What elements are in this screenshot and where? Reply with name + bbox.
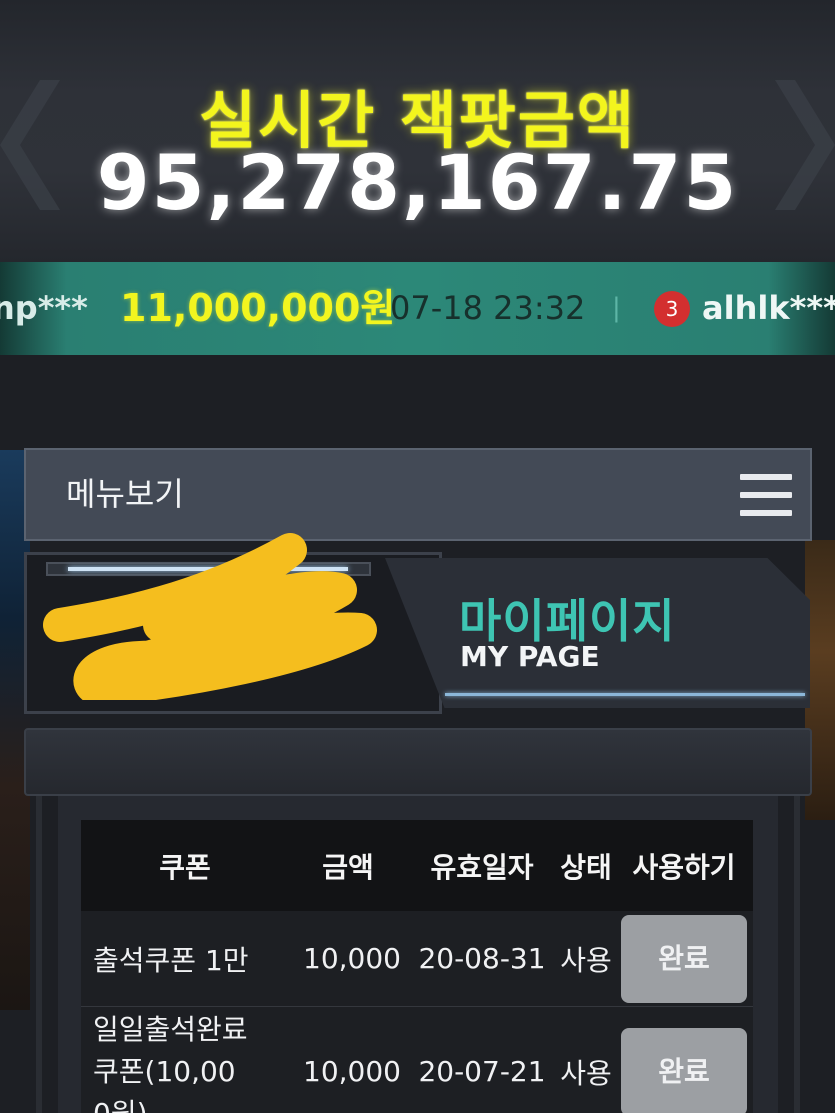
header-amount: 금액: [322, 850, 374, 884]
coupon-status: 사용: [560, 1056, 612, 1090]
ticker-amount: 11,000,000원: [120, 286, 396, 330]
header-use: 사용하기: [632, 850, 736, 884]
ticker-separator: |: [612, 293, 621, 323]
menu-label[interactable]: 메뉴보기: [66, 450, 184, 539]
coupon-status: 사용: [560, 943, 612, 977]
page-subtitle: MY PAGE: [460, 640, 600, 673]
winner-ticker: np*** 11,000,000원 07-18 23:32 | 3 alhlk*…: [0, 262, 835, 355]
page: 실시간 잭팟금액 95,278,167.75 np*** 11,000,000원…: [0, 0, 835, 1113]
coupon-expiry: 20-08-31: [418, 942, 546, 975]
coupon-amount: 10,000: [303, 1055, 401, 1088]
complete-button[interactable]: 완료: [621, 1027, 747, 1113]
jackpot-banner: 실시간 잭팟금액 95,278,167.75: [0, 0, 835, 262]
hamburger-icon[interactable]: [740, 474, 792, 516]
header-coupon: 쿠폰: [159, 850, 211, 884]
redaction-scribble: [43, 533, 377, 700]
table-row: 출석쿠폰 1만 10,000 20-08-31 사용 완료: [81, 911, 753, 1007]
coupon-name: 일일출석완료쿠폰(10,000원): [93, 1012, 248, 1113]
panel-header-strip: [24, 728, 812, 796]
coupon-amount: 10,000: [303, 942, 401, 975]
ticker-username-2: alhlk***: [702, 289, 835, 327]
frame-post-left: [36, 796, 42, 1113]
complete-button[interactable]: 완료: [621, 914, 747, 1003]
menu-bar[interactable]: 메뉴보기: [24, 448, 812, 541]
coupon-name: 출석쿠폰 1만: [93, 943, 249, 977]
table-header: 쿠폰 금액 유효일자 상태 사용하기: [81, 820, 753, 911]
jackpot-amount: 95,278,167.75: [96, 138, 739, 227]
table-row: 일일출석완료쿠폰(10,000원) 10,000 20-07-21 사용 완료: [81, 1007, 753, 1113]
ticker-username: np***: [0, 289, 88, 327]
rank-badge: 3: [654, 291, 690, 327]
ticker-time: 07-18 23:32: [390, 289, 586, 327]
header-expiry: 유효일자: [430, 850, 534, 884]
header-status: 상태: [560, 850, 612, 884]
coupon-expiry: 20-07-21: [418, 1055, 546, 1088]
coupon-table: 쿠폰 금액 유효일자 상태 사용하기 출석쿠폰 1만 10,000 20-08-…: [81, 820, 753, 1113]
frame-post-right: [794, 796, 800, 1113]
